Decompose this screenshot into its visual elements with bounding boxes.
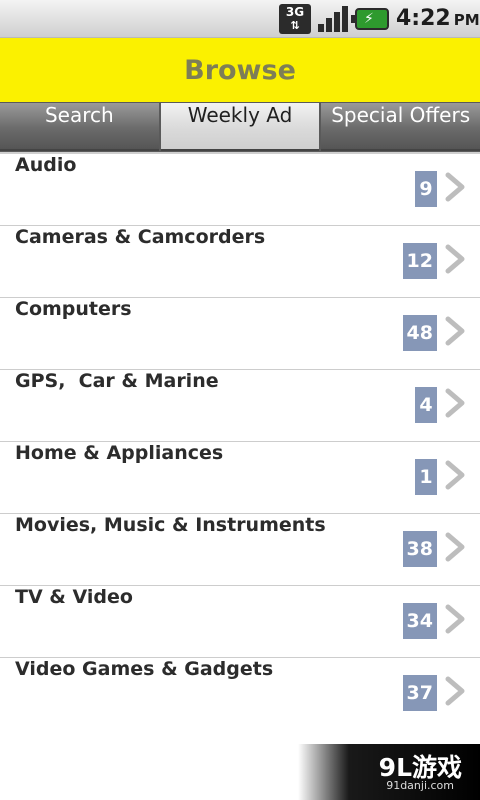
- count-badge: 1: [415, 459, 437, 495]
- chevron-right-icon: [444, 676, 466, 706]
- chevron-right-icon: [444, 532, 466, 562]
- tab-bar: Search Weekly Ad Special Offers: [0, 102, 480, 152]
- list-item-computers[interactable]: Computers 48: [0, 298, 480, 370]
- list-item-label: Audio: [15, 154, 77, 176]
- count-badge: 4: [415, 387, 437, 423]
- battery-charging-icon: ⚡: [351, 8, 389, 30]
- watermark-site: 91danji.com: [386, 779, 454, 792]
- chevron-right-icon: [444, 316, 466, 346]
- list-item-movies-music-instruments[interactable]: Movies, Music & Instruments 38: [0, 514, 480, 586]
- list-item-label: Video Games & Gadgets: [15, 658, 274, 680]
- list-item-home-appliances[interactable]: Home & Appliances 1: [0, 442, 480, 514]
- category-list: Audio 9 Cameras & Camcorders 12 Computer…: [0, 154, 480, 730]
- network-type-label: 3G: [285, 5, 305, 19]
- clock-ampm: PM: [453, 11, 480, 29]
- list-item-label: Home & Appliances: [15, 442, 224, 464]
- list-item-gps-car-marine[interactable]: GPS, Car & Marine 4: [0, 370, 480, 442]
- watermark: 9L游戏 91danji.com: [298, 744, 480, 800]
- count-badge: 48: [402, 315, 437, 351]
- chevron-right-icon: [444, 244, 466, 274]
- data-activity-arrows: ⇅: [290, 19, 300, 32]
- tab-search[interactable]: Search: [0, 103, 159, 151]
- count-badge: 9: [415, 171, 437, 207]
- list-item-tv-video[interactable]: TV & Video 34: [0, 586, 480, 658]
- list-item-audio[interactable]: Audio 9: [0, 154, 480, 226]
- count-badge: 12: [402, 243, 437, 279]
- chevron-right-icon: [444, 604, 466, 634]
- count-badge: 37: [402, 675, 437, 711]
- list-item-video-games-gadgets[interactable]: Video Games & Gadgets 37: [0, 658, 480, 730]
- page-title: Browse: [184, 55, 296, 86]
- chevron-right-icon: [444, 388, 466, 418]
- status-bar: 3G ⇅ ⚡ 4:22 PM: [0, 0, 480, 38]
- count-badge: 34: [402, 603, 437, 639]
- list-item-cameras-camcorders[interactable]: Cameras & Camcorders 12: [0, 226, 480, 298]
- count-badge: 38: [402, 531, 437, 567]
- tab-special-offers[interactable]: Special Offers: [321, 103, 480, 151]
- list-item-label: Movies, Music & Instruments: [15, 514, 326, 536]
- chevron-right-icon: [444, 460, 466, 490]
- tab-weekly-ad[interactable]: Weekly Ad: [160, 103, 320, 151]
- list-item-label: Computers: [15, 298, 132, 320]
- signal-strength-icon: [316, 4, 350, 34]
- list-item-label: Cameras & Camcorders: [15, 226, 266, 248]
- title-bar: Browse: [0, 38, 480, 102]
- list-item-label: GPS, Car & Marine: [15, 370, 219, 392]
- network-3g-icon: 3G ⇅: [279, 4, 311, 34]
- list-item-label: TV & Video: [15, 586, 133, 608]
- status-clock: 4:22 PM: [396, 6, 480, 31]
- chevron-right-icon: [444, 172, 466, 202]
- clock-time: 4:22: [396, 6, 451, 31]
